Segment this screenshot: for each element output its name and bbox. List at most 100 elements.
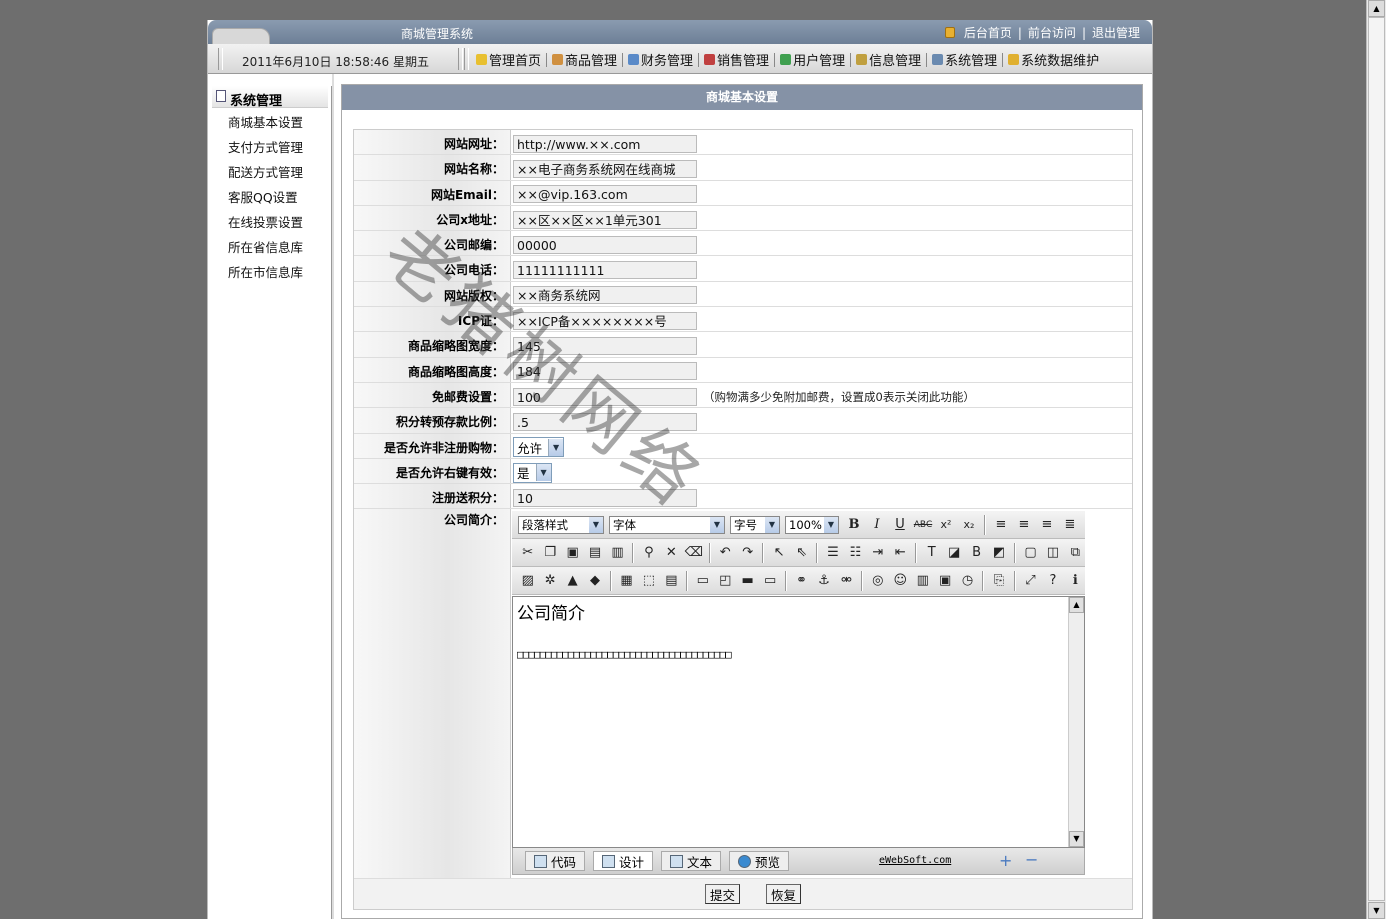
table-cell-icon[interactable]: ⬚: [639, 571, 658, 591]
block-format-icon[interactable]: B: [967, 543, 986, 563]
paste-word-icon[interactable]: ▥: [608, 543, 627, 563]
ordered-list-icon[interactable]: ☰: [823, 543, 842, 563]
editor-scrollbar[interactable]: ▲ ▼: [1068, 597, 1084, 848]
flash-icon[interactable]: ✲: [540, 571, 559, 591]
sidebar-item-payment[interactable]: 支付方式管理: [228, 137, 303, 162]
page-break-icon[interactable]: ⎘: [989, 571, 1008, 591]
paste-icon[interactable]: ▣: [563, 543, 582, 563]
help-icon[interactable]: ?: [1043, 571, 1062, 591]
site-url-input[interactable]: http://www.××.com: [513, 134, 697, 153]
mode-preview-button[interactable]: 预览: [729, 851, 790, 872]
menu-admin-home[interactable]: 管理首页: [474, 50, 543, 69]
clock-icon[interactable]: ◷: [958, 571, 977, 591]
site-name-input[interactable]: ××电子商务系统网在线商城: [513, 159, 697, 178]
superscript-icon[interactable]: x²: [936, 515, 956, 535]
copy-icon[interactable]: ❐: [540, 543, 559, 563]
sheet-icon[interactable]: ▥: [913, 571, 932, 591]
calculator-icon[interactable]: ▣: [935, 571, 954, 591]
about-icon[interactable]: ℹ: [1066, 571, 1085, 591]
eraser-icon[interactable]: ⌫: [684, 543, 703, 563]
anchor-icon[interactable]: ⚓: [814, 571, 833, 591]
menu-sales[interactable]: 销售管理: [702, 50, 771, 69]
scroll-thumb[interactable]: [1368, 17, 1385, 901]
menu-system[interactable]: 系统管理: [930, 50, 999, 69]
link-icon[interactable]: ⚭: [792, 571, 811, 591]
cut-icon[interactable]: ✂: [518, 543, 537, 563]
file-icon[interactable]: ◆: [585, 571, 604, 591]
allow-rightclick-select[interactable]: 是 ▼: [513, 462, 552, 483]
menu-data-maintenance[interactable]: 系统数据维护: [1006, 50, 1101, 69]
layer-icon[interactable]: ◫: [1043, 543, 1062, 563]
scroll-up-icon[interactable]: ▲: [1368, 0, 1385, 17]
company-zip-input[interactable]: 00000: [513, 235, 697, 254]
mode-text-button[interactable]: 文本: [661, 851, 722, 872]
horizontal-rule-icon[interactable]: ▬: [738, 571, 757, 591]
paragraph-style-select[interactable]: 段落样式 ▼: [518, 515, 604, 534]
font-size-select[interactable]: 字号 ▼: [730, 515, 780, 534]
scroll-down-icon[interactable]: ▼: [1368, 902, 1385, 919]
find-icon[interactable]: ⚲: [639, 543, 658, 563]
menu-users[interactable]: 用户管理: [778, 50, 847, 69]
mode-code-button[interactable]: 代码: [525, 851, 586, 872]
indent-icon[interactable]: ⇥: [868, 543, 887, 563]
emoticon-icon[interactable]: ☺: [891, 571, 910, 591]
mode-design-button[interactable]: 设计: [593, 851, 654, 872]
zoom-in-icon[interactable]: +: [999, 851, 1012, 870]
form-icon[interactable]: ▭: [693, 571, 712, 591]
sidebar-item-shipping[interactable]: 配送方式管理: [228, 162, 303, 187]
chevron-down-icon[interactable]: ▼: [548, 438, 564, 456]
media-icon[interactable]: ▲: [563, 571, 582, 591]
admin-home-link[interactable]: 后台首页: [964, 24, 1012, 41]
text-color-icon[interactable]: T: [922, 543, 941, 563]
delete-icon[interactable]: ✕: [662, 543, 681, 563]
align-left-icon[interactable]: ≡: [991, 515, 1011, 535]
symbol-icon[interactable]: ◎: [868, 571, 887, 591]
iframe-icon[interactable]: ◰: [716, 571, 735, 591]
unlink-icon[interactable]: ⚮: [837, 571, 856, 591]
sidebar-item-qq[interactable]: 客服QQ设置: [228, 187, 303, 212]
sidebar-item-city[interactable]: 所在市信息库: [228, 262, 303, 287]
align-center-icon[interactable]: ≡: [1014, 515, 1034, 535]
sidebar-item-vote[interactable]: 在线投票设置: [228, 212, 303, 237]
zoom-out-icon[interactable]: −: [1025, 850, 1038, 869]
bg-color-icon[interactable]: ◪: [944, 543, 963, 563]
undo-icon[interactable]: ↶: [716, 543, 735, 563]
font-select[interactable]: 字体 ▼: [609, 515, 725, 534]
scroll-down-icon[interactable]: ▼: [1069, 831, 1084, 848]
scroll-up-icon[interactable]: ▲: [1069, 597, 1084, 614]
allow-guest-select[interactable]: 允许 ▼: [513, 437, 565, 458]
editor-content-area[interactable]: 公司简介 □□□□□□□□□□□□□□□□□□□□□□□□□□□□□□□□□□□…: [512, 596, 1085, 849]
menu-products[interactable]: 商品管理: [550, 50, 619, 69]
points-ratio-input[interactable]: .5: [513, 412, 697, 431]
table-icon[interactable]: ▦: [617, 571, 636, 591]
remove-format-icon[interactable]: ◩: [989, 543, 1008, 563]
unordered-list-icon[interactable]: ☷: [846, 543, 865, 563]
redo-icon[interactable]: ↷: [738, 543, 757, 563]
outdent-icon[interactable]: ⇤: [891, 543, 910, 563]
marquee-icon[interactable]: ▭: [760, 571, 779, 591]
absolute-pointer-icon[interactable]: ⇖: [792, 543, 811, 563]
reset-button[interactable]: 恢复: [766, 884, 802, 905]
image-icon[interactable]: ▨: [518, 571, 537, 591]
fullscreen-icon[interactable]: ⤢: [1021, 571, 1040, 591]
thumb-width-input[interactable]: 145: [513, 337, 697, 356]
menu-finance[interactable]: 财务管理: [626, 50, 695, 69]
site-email-input[interactable]: ××@vip.163.com: [513, 185, 697, 204]
bold-icon[interactable]: B: [844, 515, 864, 535]
thumb-height-input[interactable]: 184: [513, 362, 697, 381]
frame-icon[interactable]: ▢: [1021, 543, 1040, 563]
subscript-icon[interactable]: x₂: [959, 515, 979, 535]
free-shipping-input[interactable]: 100: [513, 387, 697, 406]
editor-brand-link[interactable]: eWebSoft.com: [879, 855, 951, 866]
select-pointer-icon[interactable]: ↖: [769, 543, 788, 563]
company-phone-input[interactable]: 11111111111: [513, 261, 697, 280]
align-justify-icon[interactable]: ≣: [1060, 515, 1080, 535]
underline-icon[interactable]: U: [890, 515, 910, 535]
register-points-input[interactable]: 10: [513, 488, 697, 507]
zoom-select[interactable]: 100% ▼: [785, 515, 839, 534]
copyright-input[interactable]: ××商务系统网: [513, 286, 697, 305]
logout-link[interactable]: 退出管理: [1092, 24, 1140, 41]
sidebar-item-province[interactable]: 所在省信息库: [228, 237, 303, 262]
company-address-input[interactable]: ××区××区××1单元301: [513, 210, 697, 229]
table-row-icon[interactable]: ▤: [662, 571, 681, 591]
